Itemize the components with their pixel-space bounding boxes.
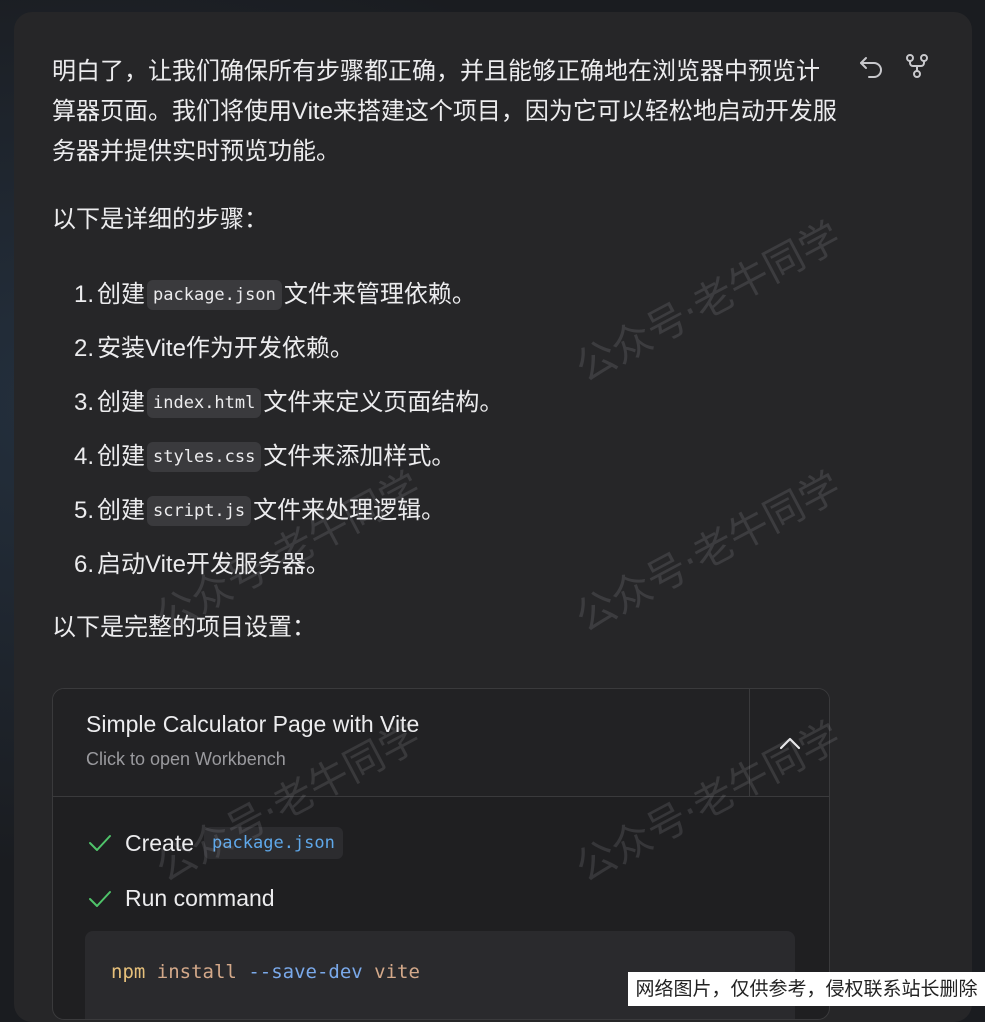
list-item: 3. 创建 index.html 文件来定义页面结构。 — [74, 376, 503, 430]
step-number: 2. — [74, 335, 95, 362]
list-item: 5. 创建 script.js 文件来处理逻辑。 — [74, 484, 503, 538]
command-line: npm install --save-dev vite — [111, 961, 420, 983]
task-label: Create — [125, 829, 195, 856]
inline-code: script.js — [147, 496, 252, 526]
task-file: package.json — [204, 827, 343, 859]
step-text: 安装Vite作为开发依赖。 — [97, 335, 354, 362]
setup-heading: 以下是完整的项目设置： — [52, 614, 316, 641]
inline-code: index.html — [147, 388, 262, 418]
step-text: 文件来添加样式。 — [263, 443, 456, 470]
list-item: 2. 安装Vite作为开发依赖。 — [74, 322, 503, 376]
list-item: 4. 创建 styles.css 文件来添加样式。 — [74, 430, 503, 484]
step-text: 文件来管理依赖。 — [283, 281, 476, 308]
flag-token: --save-dev — [248, 961, 363, 983]
inline-code: package.json — [147, 280, 282, 310]
chevron-up-icon — [779, 737, 800, 749]
disclaimer-banner: 网络图片，仅供参考，侵权联系站长删除 — [628, 972, 985, 1006]
step-text: 创建 — [97, 497, 146, 524]
step-number: 1. — [74, 281, 95, 308]
artifact-header[interactable]: Simple Calculator Page with Vite Click t… — [53, 689, 829, 797]
check-icon — [89, 835, 111, 851]
step-text: 创建 — [97, 281, 146, 308]
fork-button[interactable] — [902, 52, 932, 80]
subcommand-token: install — [156, 961, 237, 983]
collapse-button[interactable] — [750, 689, 829, 796]
artifact-card[interactable]: Simple Calculator Page with Vite Click t… — [52, 688, 830, 1020]
task-item: Run command — [87, 885, 275, 912]
step-number: 3. — [74, 389, 95, 416]
step-number: 4. — [74, 443, 95, 470]
intro-paragraph: 明白了，让我们确保所有步骤都正确，并且能够正确地在浏览器中预览计算器页面。我们将… — [52, 58, 837, 165]
step-number: 6. — [74, 551, 95, 578]
steps-heading: 以下是详细的步骤： — [52, 206, 268, 233]
undo-button[interactable] — [856, 52, 886, 80]
step-number: 5. — [74, 497, 95, 524]
step-text: 创建 — [97, 443, 146, 470]
undo-icon — [860, 57, 882, 78]
task-label: Run command — [125, 885, 275, 911]
list-item: 1. 创建 package.json 文件来管理依赖。 — [74, 268, 503, 322]
artifact-subtitle: Click to open Workbench — [86, 749, 286, 769]
step-text: 创建 — [97, 389, 146, 416]
message-actions — [856, 52, 932, 80]
fork-icon — [906, 54, 928, 78]
command-token: npm — [111, 961, 146, 983]
step-text: 文件来定义页面结构。 — [263, 389, 504, 416]
assistant-message: 明白了，让我们确保所有步骤都正确，并且能够正确地在浏览器中预览计算器页面。我们将… — [52, 52, 842, 641]
task-item: Create package.json — [87, 827, 343, 859]
check-icon — [89, 890, 111, 907]
artifact-title[interactable]: Simple Calculator Page with Vite — [86, 711, 419, 738]
list-item: 6. 启动Vite开发服务器。 — [74, 538, 503, 592]
step-text: 文件来处理逻辑。 — [253, 497, 446, 524]
step-text: 启动Vite开发服务器。 — [97, 551, 330, 578]
inline-code: styles.css — [147, 442, 262, 472]
steps-list: 1. 创建 package.json 文件来管理依赖。 2. 安装Vite作为开… — [74, 268, 503, 592]
package-token: vite — [374, 961, 420, 983]
